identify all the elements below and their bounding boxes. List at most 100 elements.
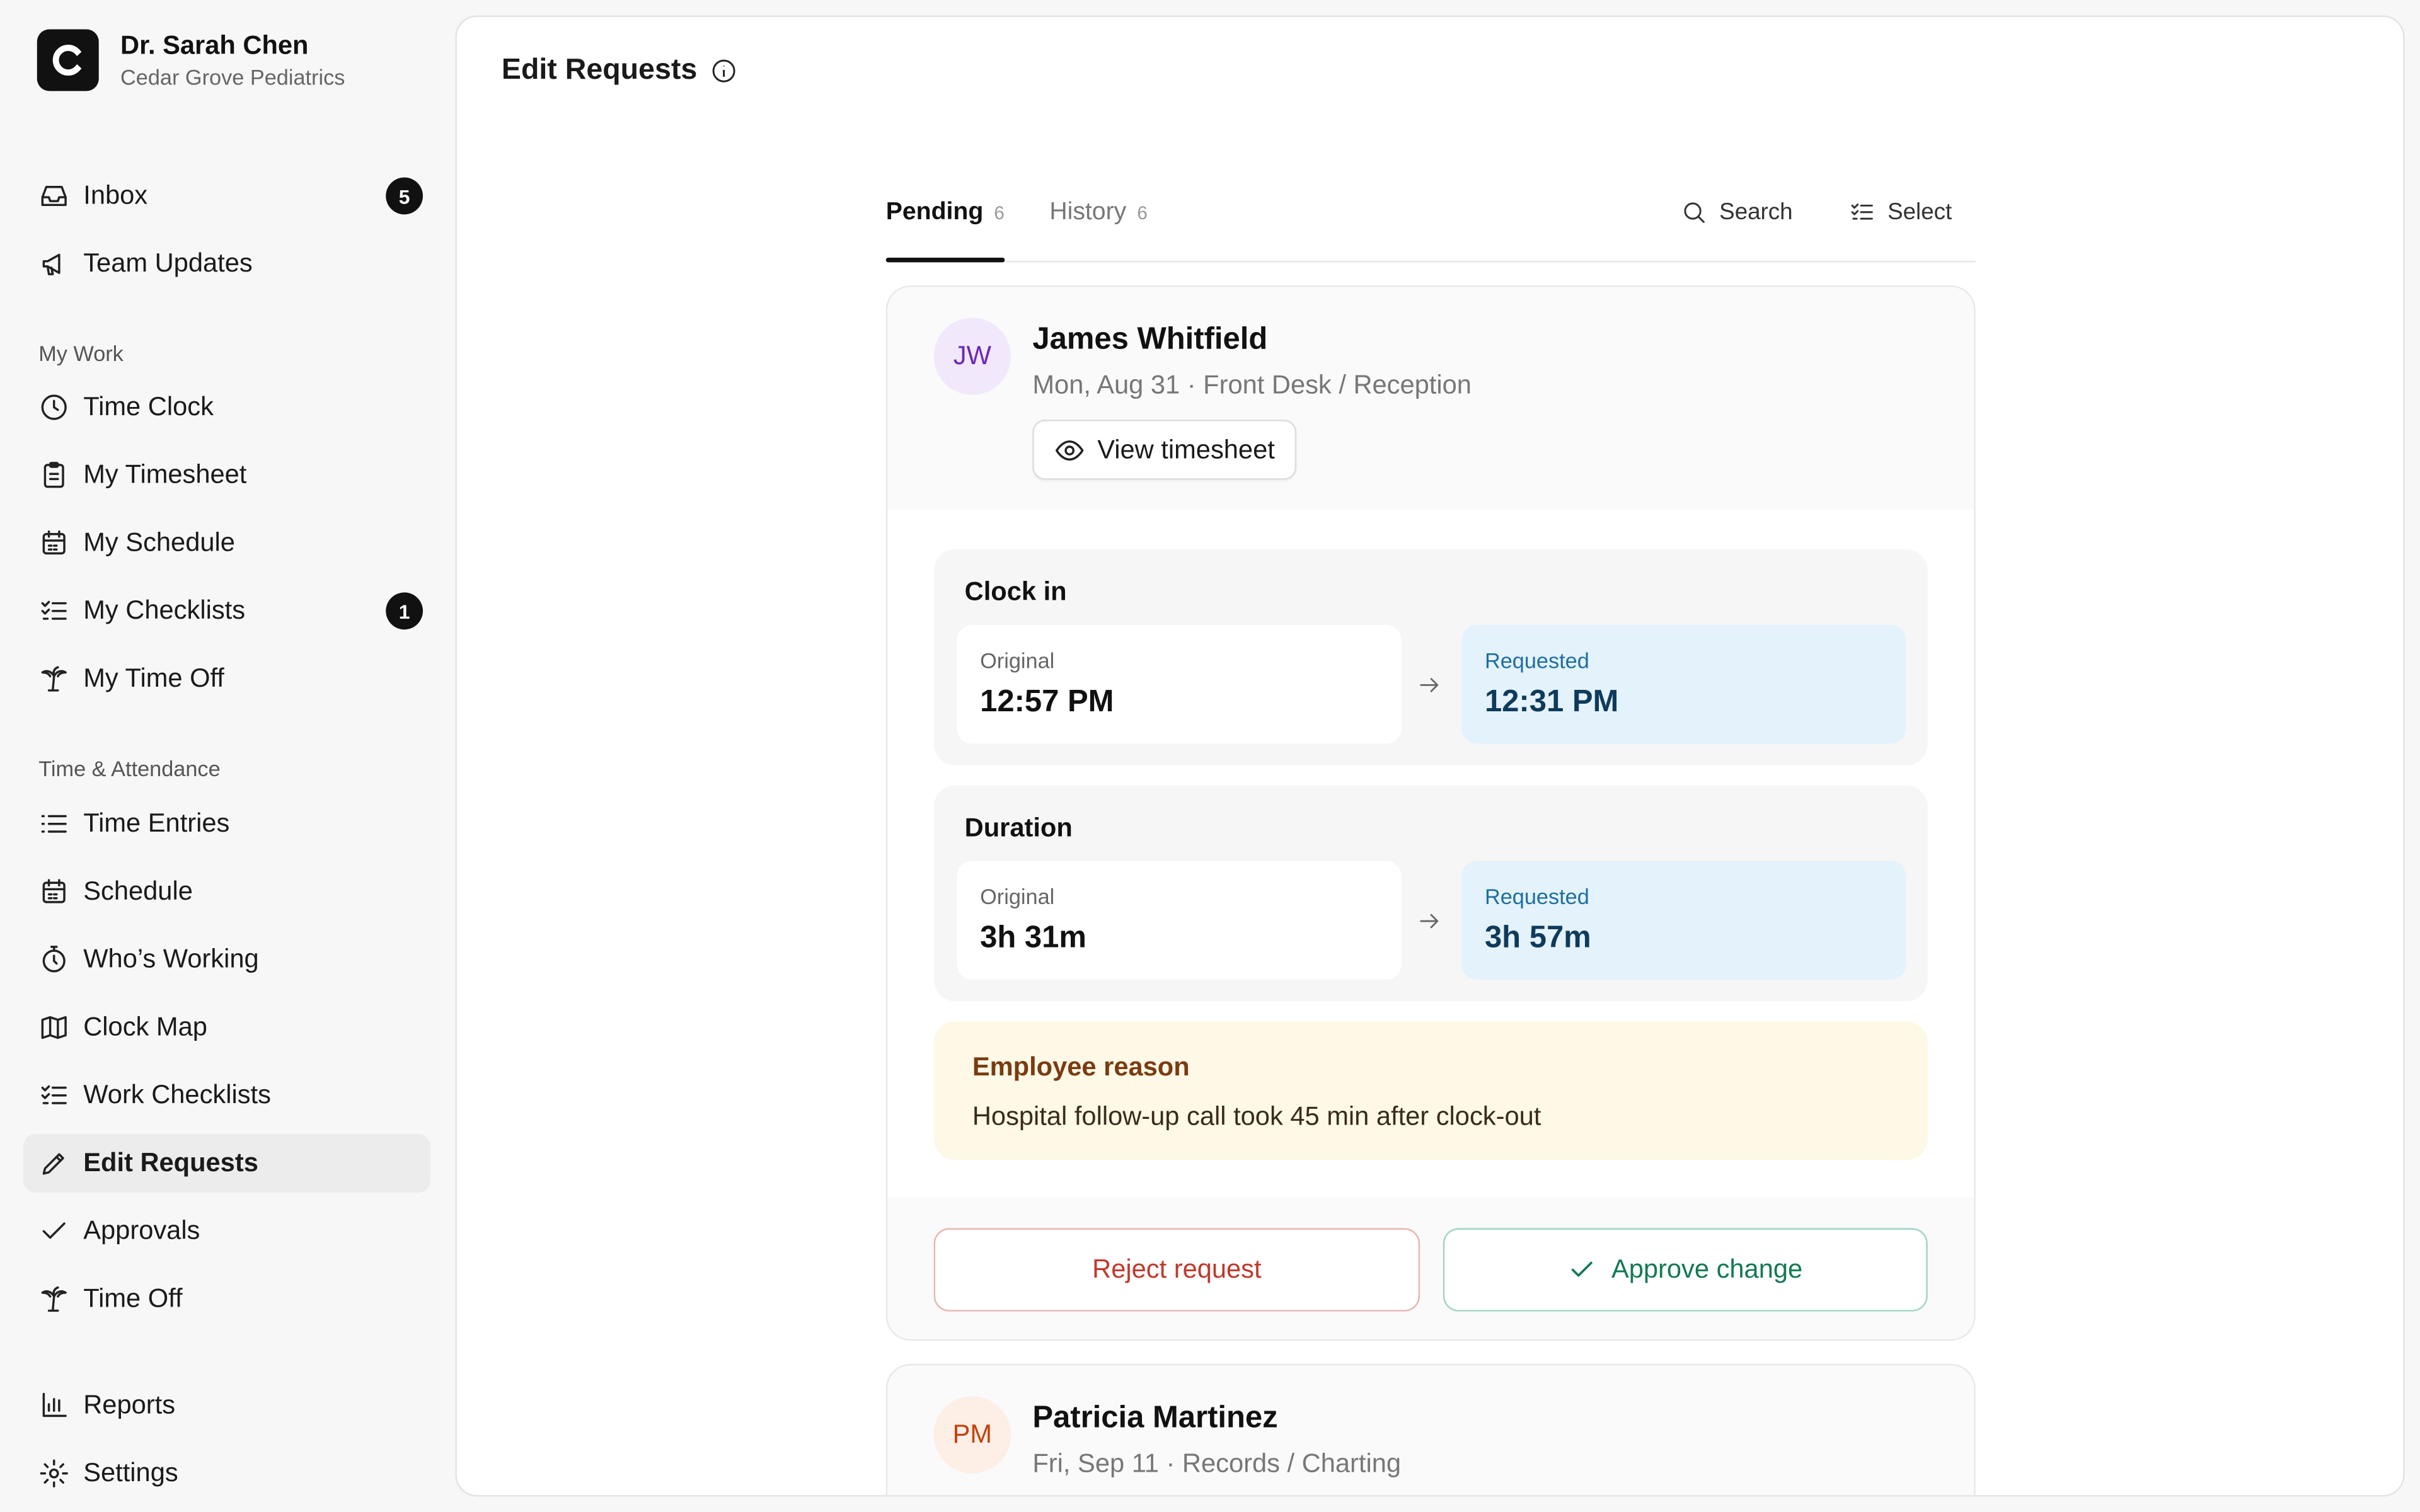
calendar-icon [38,528,69,559]
sidebar-item-label: My Timesheet [83,459,247,490]
approve-change-button[interactable]: Approve change [1443,1228,1928,1312]
arrow-right-icon [1417,908,1444,936]
tab-pending[interactable]: Pending 6 [886,199,1005,227]
sidebar-item-label: Time Entries [83,808,230,838]
field-duration: Duration Original 3h 31m Requested 3h 57… [933,785,1928,1002]
checklist-icon [38,1080,69,1111]
gear-icon [38,1458,69,1489]
tab-history[interactable]: History 6 [1049,199,1147,227]
sidebar-item-schedule[interactable]: Schedule [23,862,431,921]
stopwatch-icon [38,944,69,975]
org-name: Cedar Grove Pediatrics [120,64,345,89]
page-title-text: Edit Requests [501,54,698,87]
edit-request-card: JW James Whitfield Mon, Aug 31 · Front D… [885,285,1976,1341]
sidebar-item-settings[interactable]: Settings [23,1444,431,1503]
sidebar-item-label: Schedule [83,876,193,906]
checklists-count-badge: 1 [386,592,424,630]
sidebar-item-label: My Time Off [83,663,224,693]
palm-tree-icon [38,1284,69,1315]
edit-request-card: PM Patricia Martinez Fri, Sep 11 · Recor… [885,1363,1976,1496]
search-button[interactable]: Search [1681,199,1793,226]
sidebar-item-approvals[interactable]: Approvals [23,1202,431,1261]
requested-value-box: Requested 12:31 PM [1461,624,1906,744]
tab-bar: Pending 6 History 6 Search Select [885,183,1976,263]
sidebar-item-clock-map[interactable]: Clock Map [23,999,431,1057]
pencil-icon [38,1148,69,1179]
sidebar-item-whos-working[interactable]: Who’s Working [23,931,431,989]
original-value: 3h 31m [980,921,1086,955]
tab-label: History [1049,198,1127,226]
requested-label: Requested [1484,884,1589,909]
sidebar-item-label: Team Updates [83,248,253,278]
select-button[interactable]: Select [1849,199,1952,226]
sidebar-item-my-checklists[interactable]: My Checklists 1 [23,581,431,640]
main-panel: Edit Requests Pending 6 History 6 Search… [455,15,2405,1497]
requested-label: Requested [1484,648,1589,673]
sidebar-item-label: Time Off [83,1283,183,1314]
active-tab-indicator [885,257,1005,263]
reject-label: Reject request [1092,1254,1262,1284]
view-timesheet-button[interactable]: View timesheet [1032,420,1297,480]
sidebar-item-work-checklists[interactable]: Work Checklists [23,1066,431,1125]
checklist-icon [1851,203,1873,220]
reason-title: Employee reason [972,1052,1190,1082]
sidebar-item-my-time-off[interactable]: My Time Off [23,650,431,708]
user-name: Dr. Sarah Chen [120,30,309,60]
calendar-icon [38,876,69,907]
sidebar-item-time-off[interactable]: Time Off [23,1270,431,1329]
sidebar-item-reports[interactable]: Reports [23,1377,431,1435]
sidebar-item-inbox[interactable]: Inbox 5 [23,166,431,225]
section-label-my-work: My Work [38,341,124,366]
avatar: PM [933,1396,1011,1474]
sidebar: Dr. Sarah Chen Cedar Grove Pediatrics In… [0,0,454,1512]
avatar: JW [933,318,1011,395]
sidebar-item-label: Work Checklists [83,1080,271,1109]
sidebar-item-label: My Schedule [83,527,235,558]
requested-value: 12:31 PM [1484,685,1619,719]
sidebar-item-label: Settings [83,1458,178,1487]
tab-label: Pending [885,198,984,226]
request-meta: Mon, Aug 31 · Front Desk / Reception [1032,370,1472,400]
request-meta: Fri, Sep 11 · Records / Charting [1032,1448,1402,1479]
arrow-right-icon [1417,673,1444,701]
sidebar-item-time-clock[interactable]: Time Clock [23,378,431,437]
sidebar-item-label: Time Clock [83,392,214,421]
palm-tree-icon [38,663,69,694]
original-label: Original [980,648,1055,673]
field-clock-in: Clock in Original 12:57 PM Requested 12:… [933,549,1928,765]
info-icon[interactable] [710,57,737,85]
sidebar-item-my-schedule[interactable]: My Schedule [23,514,431,573]
clock-icon [38,392,69,423]
megaphone-icon [38,248,69,279]
original-value: 12:57 PM [980,685,1114,719]
sidebar-item-team-updates[interactable]: Team Updates [23,234,431,293]
view-timesheet-label: View timesheet [1097,434,1275,464]
bar-chart-icon [38,1390,69,1421]
org-switcher[interactable]: Dr. Sarah Chen Cedar Grove Pediatrics [37,29,345,91]
sidebar-item-label: Inbox [83,180,148,210]
org-logo [37,29,99,91]
sidebar-item-edit-requests[interactable]: Edit Requests [23,1134,431,1193]
tab-count: 6 [1137,202,1148,224]
inbox-count-badge: 5 [386,177,424,215]
sidebar-item-label: Approvals [83,1215,200,1246]
approve-label: Approve change [1611,1254,1803,1284]
reject-request-button[interactable]: Reject request [933,1228,1420,1312]
list-icon [38,808,69,839]
reason-text: Hospital follow-up call took 45 min afte… [972,1101,1541,1131]
original-value-box: Original 12:57 PM [957,624,1402,744]
tab-count: 6 [994,202,1005,224]
sidebar-item-label: Edit Requests [83,1148,258,1177]
section-label-time-attendance: Time & Attendance [38,756,221,781]
eye-icon [1055,439,1084,460]
requested-value-box: Requested 3h 57m [1461,861,1906,980]
search-icon [1684,202,1705,223]
sidebar-item-my-timesheet[interactable]: My Timesheet [23,446,431,505]
sidebar-item-label: My Checklists [83,595,246,625]
sidebar-item-time-entries[interactable]: Time Entries [23,794,431,853]
original-label: Original [980,884,1055,909]
original-value-box: Original 3h 31m [957,861,1402,980]
employee-reason: Employee reason Hospital follow-up call … [933,1021,1928,1160]
requested-value: 3h 57m [1484,921,1591,955]
map-icon [38,1012,69,1043]
